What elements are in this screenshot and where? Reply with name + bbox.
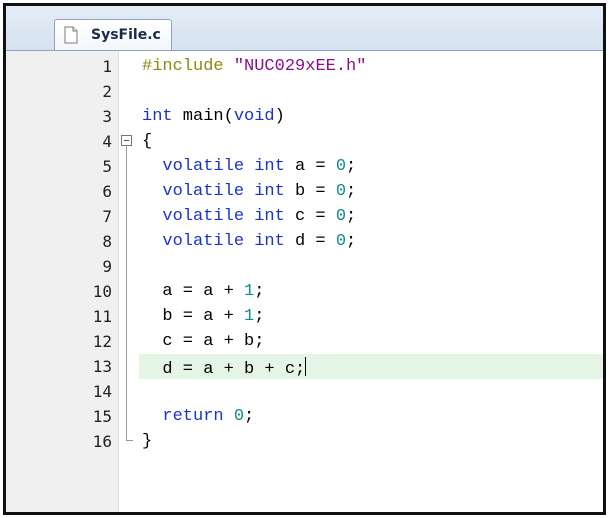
code-text: {	[142, 132, 152, 151]
code-token: ;	[254, 282, 265, 301]
code-text: int main(void)	[142, 107, 285, 126]
code-line[interactable]: 8 volatile int d = 0;	[6, 229, 603, 254]
line-number: 3	[102, 107, 112, 126]
code-token: 0	[233, 407, 245, 426]
code-line[interactable]: 13 d = a + b + c;	[6, 354, 603, 379]
code-text: volatile int a = 0;	[142, 157, 356, 176]
fold-collapse-icon[interactable]	[121, 135, 132, 146]
code-token: 0	[335, 207, 347, 226]
code-token: d =	[284, 232, 336, 251]
line-number: 16	[92, 432, 112, 451]
line-number: 10	[92, 282, 112, 301]
fold-guide-line	[126, 146, 127, 429]
code-token: d = a + b + c;	[142, 360, 306, 379]
c-file-icon	[64, 26, 78, 44]
line-number: 2	[102, 82, 112, 101]
line-number: 8	[102, 232, 112, 251]
code-text: a = a + 1;	[142, 282, 264, 301]
code-token: 0	[335, 182, 347, 201]
line-number: 14	[92, 382, 112, 401]
tab-filename: SysFile.c	[91, 27, 161, 43]
code-token: {	[142, 132, 153, 151]
code-line[interactable]: 9	[6, 254, 603, 279]
code-token: b =	[284, 182, 336, 201]
code-token: #include	[142, 57, 234, 76]
code-token: volatile int	[162, 182, 285, 201]
code-token: a =	[284, 157, 336, 176]
code-line[interactable]: 7 volatile int c = 0;	[6, 204, 603, 229]
editor-window: SysFile.c 1 #include "NUC029xEE.h" 2 3 int m…	[3, 3, 606, 515]
line-number: 12	[92, 332, 112, 351]
code-text: return 0;	[142, 407, 254, 426]
code-text: volatile int c = 0;	[142, 207, 356, 226]
code-text: d = a + b + c;	[142, 357, 307, 379]
code-line[interactable]: 14	[6, 379, 603, 404]
line-number: 6	[102, 182, 112, 201]
code-line[interactable]: 6 volatile int b = 0;	[6, 179, 603, 204]
code-token: volatile int	[162, 157, 285, 176]
code-token: c =	[284, 207, 336, 226]
code-token: ;	[346, 207, 357, 226]
code-line[interactable]: 10 a = a + 1;	[6, 279, 603, 304]
code-token: main(	[172, 107, 234, 126]
code-token: ;	[346, 232, 357, 251]
code-line[interactable]: 12 c = a + b;	[6, 329, 603, 354]
code-editor[interactable]: 1 #include "NUC029xEE.h" 2 3 int main(void) 4…	[6, 54, 603, 512]
code-text: volatile int b = 0;	[142, 182, 356, 201]
tab-sysfile[interactable]: SysFile.c	[54, 19, 172, 50]
code-line[interactable]: 15 return 0;	[6, 404, 603, 429]
code-token: a = a +	[142, 282, 245, 301]
code-token: 1	[244, 307, 255, 326]
line-number: 1	[102, 57, 112, 76]
line-number: 5	[102, 157, 112, 176]
code-token: c = a + b;	[142, 332, 265, 351]
code-line[interactable]: 16}	[6, 429, 603, 454]
line-number: 13	[92, 357, 112, 376]
line-number: 4	[102, 132, 112, 151]
fold-end-marker	[126, 429, 133, 441]
code-token: return	[162, 407, 224, 426]
code-text: b = a + 1;	[142, 307, 264, 326]
line-number: 9	[102, 257, 112, 276]
code-text: volatile int d = 0;	[142, 232, 356, 251]
code-token: b = a +	[142, 307, 245, 326]
code-token: int	[142, 107, 173, 126]
text-caret	[305, 357, 307, 376]
code-token: }	[142, 432, 153, 451]
line-number: 11	[92, 307, 112, 326]
code-line[interactable]: 1 #include "NUC029xEE.h"	[6, 54, 603, 79]
code-token: "NUC029xEE.h"	[233, 57, 367, 76]
code-token: ;	[346, 182, 357, 201]
code-line[interactable]: 3 int main(void)	[6, 104, 603, 129]
code-token: 1	[244, 282, 255, 301]
code-text: }	[142, 432, 152, 451]
code-token: ;	[254, 307, 265, 326]
code-token: ;	[244, 407, 255, 426]
code-token: 0	[335, 232, 347, 251]
code-line[interactable]: 5 volatile int a = 0;	[6, 154, 603, 179]
code-token: volatile int	[162, 232, 285, 251]
line-number: 15	[92, 407, 112, 426]
code-line[interactable]: 11 b = a + 1;	[6, 304, 603, 329]
code-text: c = a + b;	[142, 332, 264, 351]
code-line[interactable]: 4{	[6, 129, 603, 154]
code-token: void	[233, 107, 275, 126]
line-number: 7	[102, 207, 112, 226]
tab-bar: SysFile.c	[6, 6, 603, 51]
code-line[interactable]: 2	[6, 79, 603, 104]
code-text: #include "NUC029xEE.h"	[142, 57, 366, 76]
code-token: ;	[346, 157, 357, 176]
code-token: 0	[335, 157, 347, 176]
code-token: )	[274, 107, 285, 126]
code-token: volatile int	[162, 207, 285, 226]
